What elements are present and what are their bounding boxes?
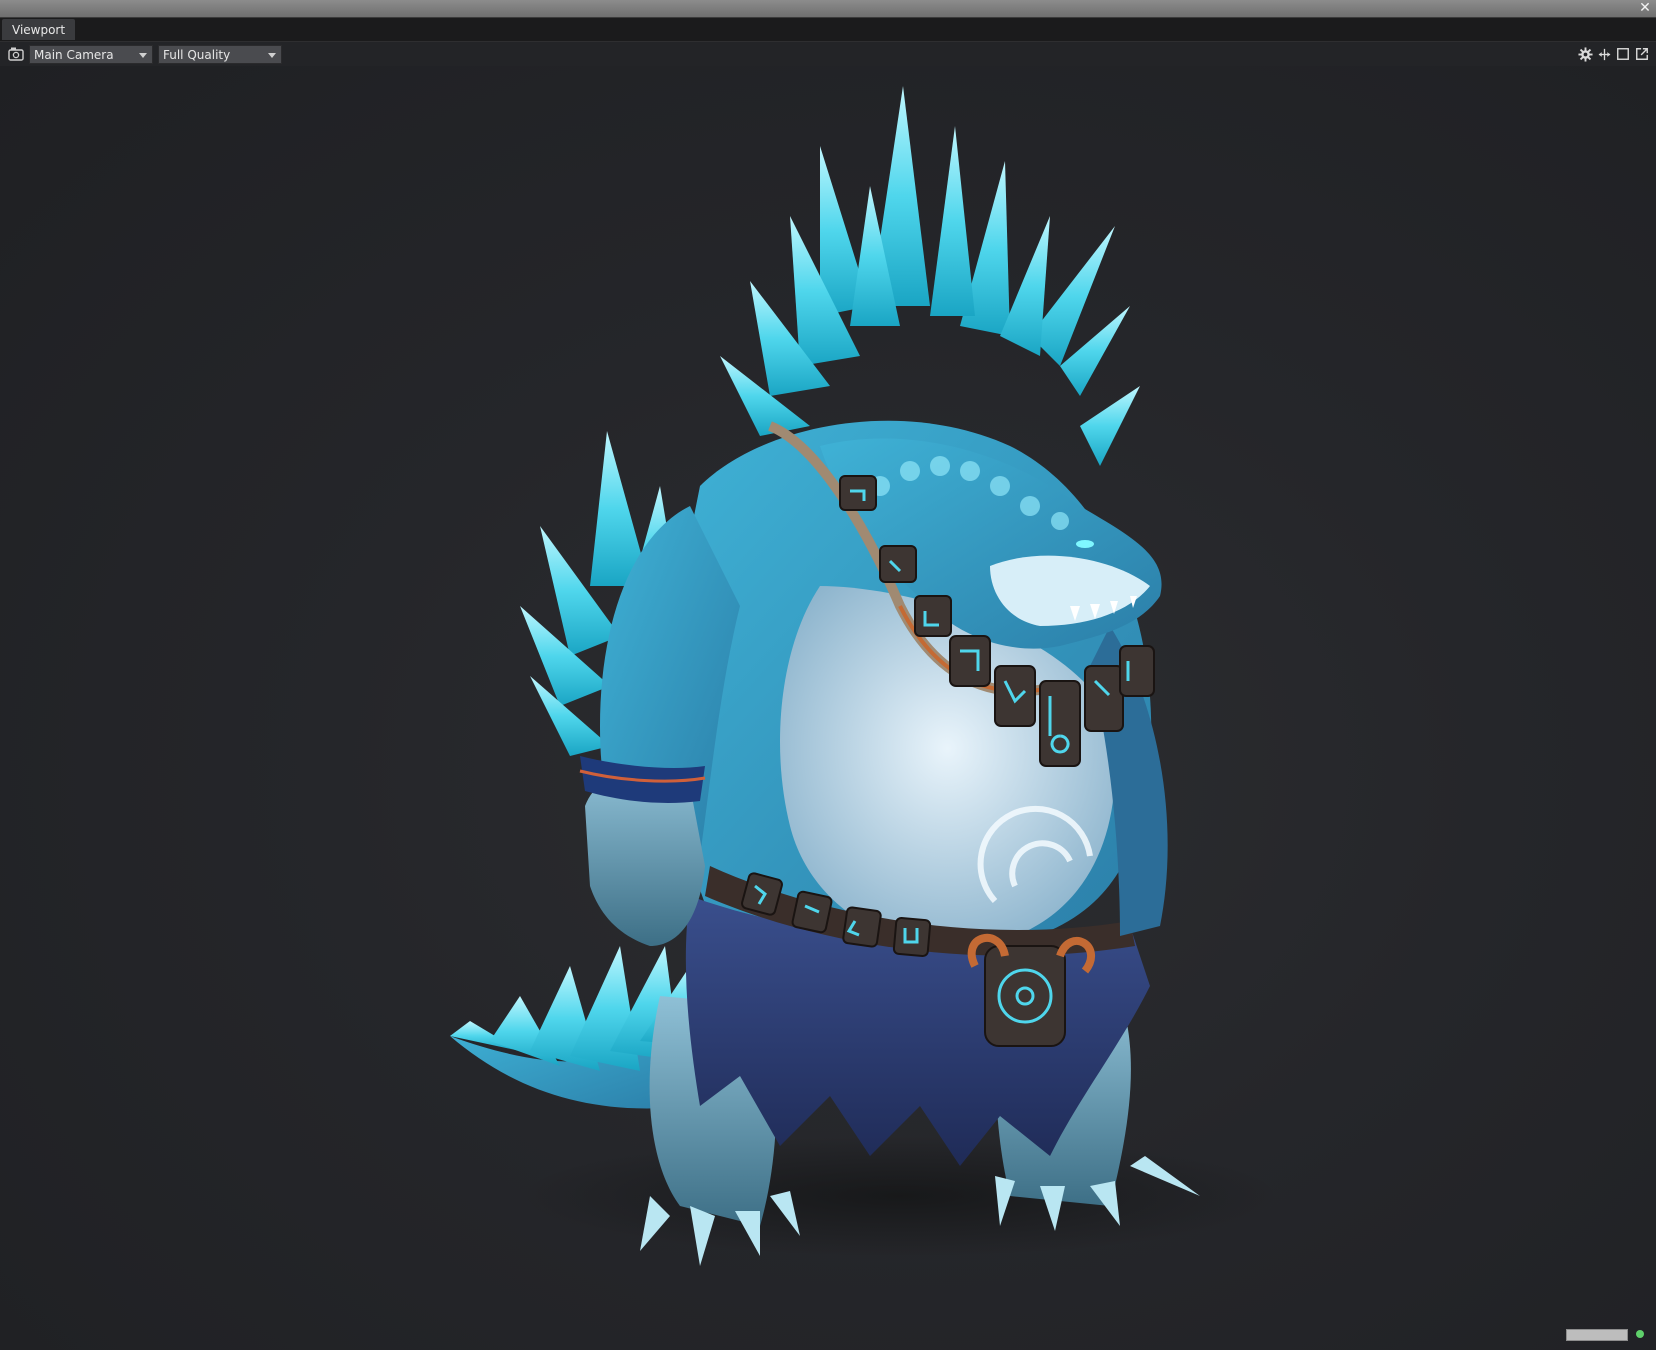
- tab-strip: Viewport: [0, 18, 1656, 42]
- popout-icon[interactable]: [1634, 45, 1650, 63]
- chevron-down-icon: [139, 53, 147, 58]
- close-button[interactable]: ✕: [1638, 0, 1652, 17]
- camera-select[interactable]: Main Camera: [29, 45, 153, 64]
- viewport-right-tools: [1577, 45, 1650, 63]
- tab-viewport[interactable]: Viewport: [2, 19, 76, 40]
- window-titlebar[interactable]: ✕: [0, 0, 1656, 18]
- ice-dragon-character-model: [450, 86, 1280, 1266]
- viewport-window: ✕ Viewport Main Camera Full Quality: [0, 0, 1656, 1350]
- viewport-canvas[interactable]: [0, 66, 1656, 1350]
- move-icon[interactable]: [1596, 45, 1612, 63]
- quality-select-value: Full Quality: [163, 48, 231, 62]
- camera-icon[interactable]: [8, 46, 24, 62]
- gear-icon[interactable]: [1577, 45, 1593, 63]
- status-indicator-icon: [1636, 1330, 1644, 1338]
- camera-select-value: Main Camera: [34, 48, 114, 62]
- quality-select[interactable]: Full Quality: [158, 45, 282, 64]
- viewport-toolbar: Main Camera Full Quality: [0, 43, 1656, 65]
- progress-slot: [1566, 1329, 1628, 1341]
- maximize-icon[interactable]: [1615, 45, 1631, 63]
- chevron-down-icon: [268, 53, 276, 58]
